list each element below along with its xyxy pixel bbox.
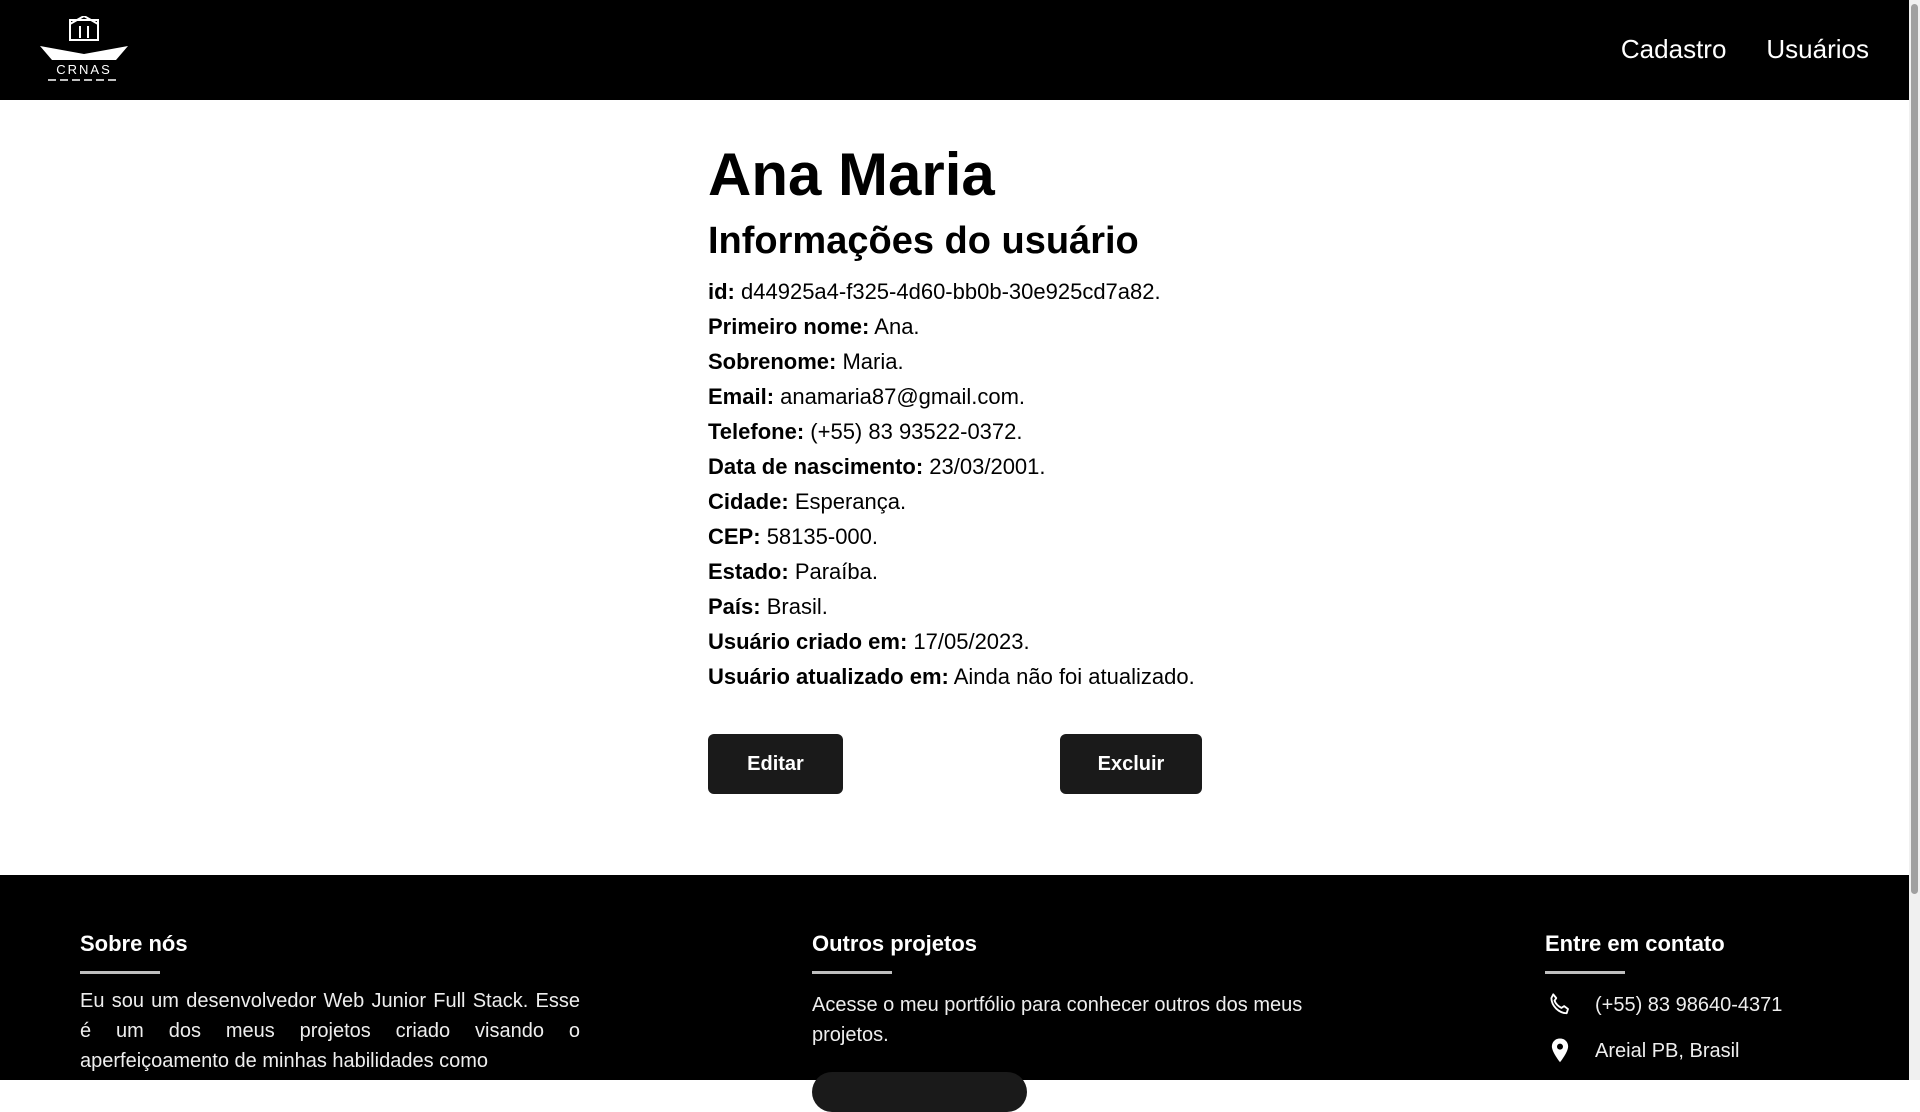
info-row-city: Cidade: Esperança. bbox=[708, 484, 1268, 519]
user-name-heading: Ana Maria bbox=[708, 141, 995, 208]
info-value: 58135-000. bbox=[766, 524, 879, 549]
contact-phone-text: (+55) 83 98640-4371 bbox=[1595, 993, 1783, 1016]
info-value: 17/05/2023. bbox=[913, 629, 1030, 654]
contact-location: Areial PB, Brasil bbox=[1545, 1036, 1865, 1066]
info-row-country: País: Brasil. bbox=[708, 589, 1268, 624]
user-actions: Editar Excluir bbox=[708, 734, 1268, 794]
info-value: Brasil. bbox=[766, 594, 828, 619]
info-value: anamaria87@gmail.com. bbox=[780, 384, 1026, 409]
contact-phone: (+55) 83 98640-4371 bbox=[1545, 990, 1865, 1020]
footer-projects-text: Acesse o meu portfólio para conhecer out… bbox=[812, 994, 1303, 1046]
info-label: Estado: bbox=[708, 559, 789, 584]
logo-text: CRNAS bbox=[56, 62, 112, 77]
user-details: Ana Maria Informações do usuário id: d44… bbox=[708, 140, 1268, 794]
info-label: Email: bbox=[708, 384, 775, 409]
edit-button[interactable]: Editar bbox=[708, 734, 843, 794]
info-value: 23/03/2001. bbox=[929, 454, 1046, 479]
info-row-created-at: Usuário criado em: 17/05/2023. bbox=[708, 624, 1268, 659]
info-label: Sobrenome: bbox=[708, 349, 837, 374]
nav-link-cadastro[interactable]: Cadastro bbox=[1621, 34, 1727, 65]
nav-link-usuarios[interactable]: Usuários bbox=[1766, 34, 1869, 65]
footer-projects: Outros projetos Acesse o meu portfólio p… bbox=[812, 929, 1312, 1050]
info-value: Paraíba. bbox=[794, 559, 878, 584]
info-row-birth-date: Data de nascimento: 23/03/2001. bbox=[708, 449, 1268, 484]
info-label: Usuário criado em: bbox=[708, 629, 908, 654]
info-label: País: bbox=[708, 594, 761, 619]
info-row-last-name: Sobrenome: Maria. bbox=[708, 344, 1268, 379]
portfolio-button[interactable] bbox=[812, 1072, 1027, 1112]
scrollbar-thumb[interactable] bbox=[1911, 4, 1918, 894]
footer-about: Sobre nós Eu sou um desenvolvedor Web Ju… bbox=[80, 929, 580, 1076]
footer-contact: Entre em contato (+55) 83 98640-4371 Are… bbox=[1545, 929, 1865, 1066]
footer-about-text: Eu sou um desenvolvedor Web Junior Full … bbox=[80, 990, 580, 1072]
info-row-phone: Telefone: (+55) 83 93522-0372. bbox=[708, 414, 1268, 449]
site-footer: Sobre nós Eu sou um desenvolvedor Web Ju… bbox=[0, 875, 1909, 1112]
info-label: Data de nascimento: bbox=[708, 454, 924, 479]
info-value: Ainda não foi atualizado. bbox=[953, 664, 1195, 689]
info-label: Primeiro nome: bbox=[708, 314, 870, 339]
info-row-id: id: d44925a4-f325-4d60-bb0b-30e925cd7a82… bbox=[708, 274, 1268, 309]
info-value: Esperança. bbox=[794, 489, 907, 514]
title-underline bbox=[80, 971, 160, 974]
info-label: Cidade: bbox=[708, 489, 789, 514]
info-row-state: Estado: Paraíba. bbox=[708, 554, 1268, 589]
main-nav: Cadastro Usuários bbox=[1621, 34, 1869, 65]
location-pin-icon bbox=[1545, 1036, 1575, 1066]
phone-icon bbox=[1545, 990, 1575, 1020]
info-label: Telefone: bbox=[708, 419, 805, 444]
footer-about-title: Sobre nós bbox=[80, 931, 188, 956]
page-scrollbar[interactable] bbox=[1909, 0, 1920, 1080]
info-value: (+55) 83 93522-0372. bbox=[810, 419, 1023, 444]
user-info-title: Informações do usuário bbox=[708, 220, 1139, 262]
info-label: Usuário atualizado em: bbox=[708, 664, 949, 689]
info-value: Maria. bbox=[842, 349, 904, 374]
info-label: id: bbox=[708, 279, 735, 304]
info-value: d44925a4-f325-4d60-bb0b-30e925cd7a82. bbox=[741, 279, 1161, 304]
info-row-first-name: Primeiro nome: Ana. bbox=[708, 309, 1268, 344]
title-underline bbox=[812, 971, 892, 974]
crnas-logo[interactable]: CRNAS bbox=[38, 14, 130, 84]
contact-location-text: Areial PB, Brasil bbox=[1595, 1039, 1740, 1062]
footer-projects-title: Outros projetos bbox=[812, 931, 978, 956]
info-value: Ana. bbox=[874, 314, 920, 339]
site-header: CRNAS Cadastro Usuários bbox=[0, 0, 1909, 100]
delete-button[interactable]: Excluir bbox=[1060, 734, 1202, 794]
title-underline bbox=[1545, 971, 1625, 974]
footer-contact-title: Entre em contato bbox=[1545, 931, 1725, 956]
info-row-email: Email: anamaria87@gmail.com. bbox=[708, 379, 1268, 414]
info-label: CEP: bbox=[708, 524, 761, 549]
info-row-cep: CEP: 58135-000. bbox=[708, 519, 1268, 554]
info-row-updated-at: Usuário atualizado em: Ainda não foi atu… bbox=[708, 659, 1268, 694]
